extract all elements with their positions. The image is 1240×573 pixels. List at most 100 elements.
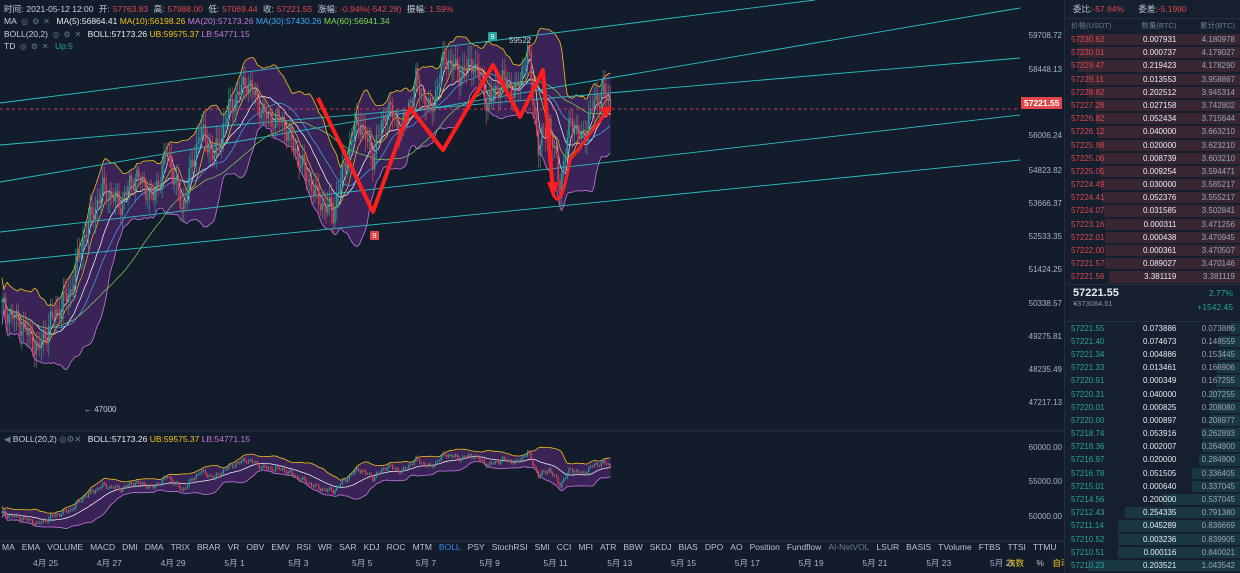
gear-icon[interactable]: ⚙: [31, 42, 38, 51]
tab-ao[interactable]: AO: [730, 542, 742, 552]
bid-row[interactable]: 57218.36 0.002007 0.264900: [1065, 440, 1240, 453]
tab-ema[interactable]: EMA: [22, 542, 40, 552]
ask-row[interactable]: 57226.12 0.040000 3.663210: [1065, 125, 1240, 138]
tab-dma[interactable]: DMA: [145, 542, 164, 552]
tab-kdj[interactable]: KDJ: [364, 542, 380, 552]
ask-row[interactable]: 57221.57 0.089027 3.470146: [1065, 257, 1240, 270]
ask-row[interactable]: 57229.47 0.219423 4.178290: [1065, 59, 1240, 72]
collapse-icon[interactable]: ◀: [4, 434, 11, 444]
bid-row[interactable]: 57215.01 0.000640 0.337045: [1065, 480, 1240, 493]
ask-row[interactable]: 57225.05 0.009254 3.594471: [1065, 165, 1240, 178]
tab-atr[interactable]: ATR: [600, 542, 616, 552]
tab-emv[interactable]: EMV: [271, 542, 289, 552]
td-legend[interactable]: TD ◎ ⚙ ✕ Up:5: [4, 41, 73, 51]
ask-row[interactable]: 57228.82 0.202512 3.945314: [1065, 86, 1240, 99]
percent-toggle[interactable]: %: [1036, 558, 1044, 568]
ask-row[interactable]: 57226.82 0.052434 3.715644: [1065, 112, 1240, 125]
tab-dmi[interactable]: DMI: [122, 542, 138, 552]
tab-bbw[interactable]: BBW: [623, 542, 642, 552]
tab-cci[interactable]: CCI: [557, 542, 572, 552]
tab-ttsi[interactable]: TTSI: [1007, 542, 1025, 552]
tab-ai-netvol[interactable]: AI-NetVOL: [828, 542, 869, 552]
tab-psy[interactable]: PSY: [468, 542, 485, 552]
tab-fundflow[interactable]: Fundflow: [787, 542, 822, 552]
axis-controls[interactable]: 次数 % 自动: [1007, 557, 1064, 569]
tab-roc[interactable]: ROC: [387, 542, 406, 552]
auto-toggle[interactable]: 自动: [1052, 558, 1064, 568]
eye-icon[interactable]: ◎: [59, 434, 66, 444]
ask-row[interactable]: 57223.16 0.000311 3.471256: [1065, 218, 1240, 231]
ask-row[interactable]: 57222.01 0.000438 3.470945: [1065, 231, 1240, 244]
bid-row[interactable]: 57211.14 0.045289 0.836669: [1065, 519, 1240, 532]
ask-row[interactable]: 57222.00 0.000361 3.470507: [1065, 244, 1240, 257]
tab-mfi[interactable]: MFI: [578, 542, 593, 552]
bid-row[interactable]: 57221.33 0.013461 0.166906: [1065, 361, 1240, 374]
ask-row[interactable]: 57230.62 0.007931 4.180978: [1065, 33, 1240, 46]
tab-mtm[interactable]: MTM: [413, 542, 432, 552]
tab-dpo[interactable]: DPO: [705, 542, 723, 552]
kline-chart-area[interactable]: 时间: 2021-05-12 12:00 开: 57763.83 高: 57988.0…: [0, 0, 1064, 573]
bid-row[interactable]: 57220.01 0.000825 0.208080: [1065, 401, 1240, 414]
tab-trix[interactable]: TRIX: [171, 542, 190, 552]
tab-tvolume[interactable]: TVolume: [938, 542, 972, 552]
bid-row[interactable]: 57214.56 0.200000 0.537045: [1065, 493, 1240, 506]
bid-row[interactable]: 57221.34 0.004886 0.153445: [1065, 348, 1240, 361]
times-toggle[interactable]: 次数: [1007, 558, 1024, 568]
tab-smi[interactable]: SMI: [535, 542, 550, 552]
bid-row[interactable]: 57221.55 0.073886 0.073886: [1065, 322, 1240, 335]
bid-row[interactable]: 57220.91 0.000349 0.167255: [1065, 374, 1240, 387]
ask-row[interactable]: 57227.28 0.027158 3.742802: [1065, 99, 1240, 112]
tab-skdj[interactable]: SKDJ: [650, 542, 672, 552]
tab-ma[interactable]: MA: [2, 542, 15, 552]
tab-stochrsi[interactable]: StochRSI: [492, 542, 528, 552]
ask-list[interactable]: 57230.62 0.007931 4.180978 57230.01 0.000737…: [1065, 33, 1240, 284]
eye-icon[interactable]: ◎: [52, 30, 59, 39]
tab-ftbs[interactable]: FTBS: [979, 542, 1001, 552]
tab-sar[interactable]: SAR: [339, 542, 356, 552]
close-icon[interactable]: ✕: [74, 30, 81, 39]
ask-row[interactable]: 57225.98 0.020000 3.623210: [1065, 139, 1240, 152]
ask-row[interactable]: 57221.56 3.381119 3.381119: [1065, 270, 1240, 283]
tab-brar[interactable]: BRAR: [197, 542, 221, 552]
sub-boll-legend[interactable]: ◀ BOLL(20,2) ◎⚙✕ BOLL:57173.26 UB:59575.…: [4, 434, 250, 445]
bid-row[interactable]: 57212.43 0.254335 0.791380: [1065, 506, 1240, 519]
bid-row[interactable]: 57220.31 0.040000 0.207255: [1065, 388, 1240, 401]
close-icon[interactable]: ✕: [74, 434, 81, 444]
boll-subchart[interactable]: [0, 432, 1064, 542]
tab-volume[interactable]: VOLUME: [47, 542, 83, 552]
bid-row[interactable]: 57220.00 0.000897 0.208977: [1065, 414, 1240, 427]
bid-row[interactable]: 57210.51 0.000116 0.840021: [1065, 546, 1240, 559]
gear-icon[interactable]: ⚙: [63, 30, 70, 39]
ask-row[interactable]: 57224.07 0.031585 3.502841: [1065, 204, 1240, 217]
tab-wr[interactable]: WR: [318, 542, 332, 552]
ma-legend[interactable]: MA ◎ ⚙ ✕ MA(5):56864.41 MA(10):56198.26 MA…: [4, 16, 390, 26]
price-chart[interactable]: [0, 0, 1064, 432]
bid-row[interactable]: 57218.74 0.053916 0.262893: [1065, 427, 1240, 440]
ask-row[interactable]: 57229.11 0.013553 3.958867: [1065, 73, 1240, 86]
close-icon[interactable]: ✕: [43, 17, 50, 26]
bid-row[interactable]: 57216.78 0.051505 0.336405: [1065, 467, 1240, 480]
boll-legend[interactable]: BOLL(20,2) ◎ ⚙ ✕ BOLL:57173.26 UB:59575.37…: [4, 29, 250, 39]
ask-row[interactable]: 57225.06 0.008739 3.603210: [1065, 152, 1240, 165]
tab-macd[interactable]: MACD: [90, 542, 115, 552]
tab-basis[interactable]: BASIS: [906, 542, 931, 552]
tab-position[interactable]: Position: [750, 542, 780, 552]
bid-row[interactable]: 57210.52 0.003236 0.839905: [1065, 533, 1240, 546]
tab-ttmu[interactable]: TTMU: [1033, 542, 1057, 552]
ask-row[interactable]: 57224.49 0.030000 3.585217: [1065, 178, 1240, 191]
close-icon[interactable]: ✕: [42, 42, 49, 51]
tab-obv[interactable]: OBV: [246, 542, 264, 552]
tab-lsur[interactable]: LSUR: [876, 542, 899, 552]
tab-rsi[interactable]: RSI: [297, 542, 311, 552]
indicator-tabs[interactable]: MA EMA VOLUME MACD DMI DMA TRIX BRAR VR OBV EMV RSI…: [0, 542, 1064, 554]
eye-icon[interactable]: ◎: [20, 42, 27, 51]
bid-list[interactable]: 57221.55 0.073886 0.073886 57221.40 0.074673…: [1065, 322, 1240, 573]
eye-icon[interactable]: ◎: [21, 17, 28, 26]
gear-icon[interactable]: ⚙: [32, 17, 39, 26]
ask-row[interactable]: 57224.41 0.052376 3.555217: [1065, 191, 1240, 204]
ask-row[interactable]: 57230.01 0.000737 4.179027: [1065, 46, 1240, 59]
tab-vr[interactable]: VR: [228, 542, 240, 552]
tab-boll[interactable]: BOLL: [439, 542, 461, 552]
bid-row[interactable]: 57221.40 0.074673 0.148559: [1065, 335, 1240, 348]
order-book[interactable]: 委比:-57.94% 委差:-5.1990 价格(USDT) 数量(BTC) 累…: [1064, 0, 1240, 573]
